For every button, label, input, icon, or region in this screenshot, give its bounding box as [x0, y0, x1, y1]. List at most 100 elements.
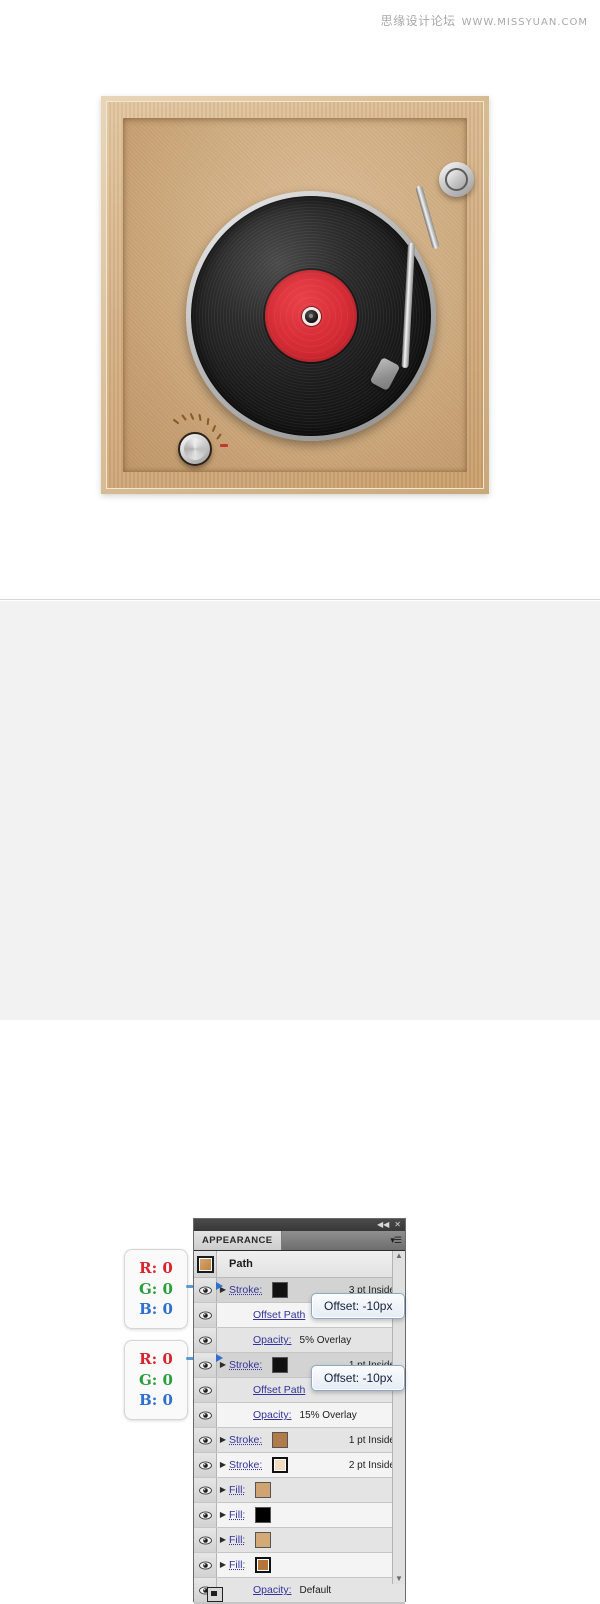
- appearance-row-label[interactable]: Opacity:: [253, 1334, 292, 1346]
- vinyl-spindle-hole: [304, 309, 318, 323]
- disclosure-triangle-icon[interactable]: ▶: [217, 1461, 229, 1469]
- turntable-illustration: [101, 96, 489, 494]
- appearance-row-label[interactable]: Fill:: [229, 1509, 245, 1521]
- panel-tab-filler: ▾☰: [281, 1231, 405, 1250]
- visibility-toggle[interactable]: [194, 1503, 217, 1527]
- visibility-toggle[interactable]: [194, 1478, 217, 1502]
- visibility-toggle[interactable]: [194, 1328, 217, 1352]
- visibility-eye-icon: [198, 1435, 212, 1445]
- appearance-row-label[interactable]: Fill:: [229, 1534, 245, 1546]
- disclosure-triangle-icon[interactable]: ▶: [217, 1511, 229, 1519]
- knob-tick-red-icon: [220, 444, 228, 447]
- appearance-row-extra: 5% Overlay: [299, 1334, 352, 1346]
- disclosure-triangle-icon[interactable]: ▶: [217, 1536, 229, 1544]
- appearance-row-label[interactable]: Stroke:: [229, 1359, 262, 1371]
- color-swatch[interactable]: [255, 1532, 272, 1548]
- close-icon[interactable]: ✕: [394, 1221, 401, 1229]
- color-swatch[interactable]: [272, 1282, 289, 1298]
- appearance-row-value: 2 pt Inside: [348, 1459, 395, 1471]
- rgb-r-value: R: 0: [139, 1349, 173, 1368]
- appearance-row[interactable]: ▶ Fill:: [194, 1503, 405, 1528]
- appearance-row[interactable]: Opacity: 15% Overlay: [194, 1403, 405, 1428]
- color-swatch[interactable]: [255, 1482, 272, 1498]
- visibility-toggle[interactable]: [194, 1553, 217, 1577]
- visibility-eye-icon: [198, 1560, 212, 1570]
- appearance-row[interactable]: Opacity: Default: [194, 1578, 405, 1603]
- visibility-toggle[interactable]: [194, 1278, 217, 1302]
- tab-appearance[interactable]: APPEARANCE: [194, 1231, 282, 1250]
- color-swatch[interactable]: [272, 1432, 289, 1448]
- visibility-eye-icon: [198, 1285, 212, 1295]
- watermark-cn: 思缘设计论坛: [380, 14, 456, 28]
- target-thumbnail-cell: [194, 1251, 217, 1277]
- watermark: 思缘设计论坛 WWW.MISSYUAN.COM: [381, 12, 588, 29]
- add-new-stroke-button[interactable]: [206, 1587, 223, 1602]
- appearance-rows: ▶ Stroke: 3 pt Inside Offset Path Opacity: 5%…: [194, 1278, 405, 1603]
- page-title: Path: [229, 1258, 253, 1270]
- visibility-toggle[interactable]: [194, 1303, 217, 1327]
- tonearm-pivot-icon: [439, 162, 474, 197]
- vinyl-record: [186, 191, 436, 441]
- visibility-toggle[interactable]: [194, 1353, 217, 1377]
- frame-inner-surface: [123, 118, 474, 472]
- visibility-eye-icon: [198, 1510, 212, 1520]
- appearance-panel: ◀◀ ✕ APPEARANCE ▾☰ Path ▶ Stroke: 3 pt Ins…: [193, 1218, 406, 1604]
- callout-arrow-icon: [216, 1354, 223, 1362]
- scroll-up-icon[interactable]: ▲: [395, 1251, 403, 1261]
- visibility-toggle[interactable]: [194, 1403, 217, 1427]
- visibility-eye-icon: [198, 1360, 212, 1370]
- appearance-row[interactable]: ▶ Fill:: [194, 1478, 405, 1503]
- color-swatch[interactable]: [255, 1507, 272, 1523]
- appearance-panel-area: R: 0 G: 0 B: 0 R: 0 G: 0 B: 0 ◀◀ ✕ APPEA…: [0, 601, 600, 1604]
- knob-tick-icon: [172, 418, 180, 425]
- disclosure-triangle-icon[interactable]: ▶: [217, 1486, 229, 1494]
- offset-tooltip: Offset: -10px: [311, 1293, 406, 1319]
- visibility-eye-icon: [198, 1535, 212, 1545]
- rgb-b-value: B: 0: [139, 1391, 173, 1410]
- appearance-row[interactable]: ▶ Fill:: [194, 1528, 405, 1553]
- disclosure-triangle-icon[interactable]: ▶: [217, 1361, 229, 1369]
- color-swatch[interactable]: [255, 1557, 272, 1573]
- scroll-down-icon[interactable]: ▼: [395, 1574, 403, 1584]
- appearance-row-label[interactable]: Stroke:: [229, 1434, 262, 1446]
- visibility-toggle[interactable]: [194, 1428, 217, 1452]
- appearance-row-label[interactable]: Opacity:: [253, 1584, 292, 1596]
- watermark-en: WWW.MISSYUAN.COM: [461, 17, 588, 28]
- visibility-eye-icon: [198, 1385, 212, 1395]
- rgb-callout-box: R: 0 G: 0 B: 0: [124, 1249, 188, 1329]
- rgb-b-value: B: 0: [139, 1300, 173, 1319]
- appearance-row-label[interactable]: Stroke:: [229, 1284, 262, 1296]
- appearance-row-extra: 15% Overlay: [299, 1409, 357, 1421]
- collapse-icon[interactable]: ◀◀: [377, 1221, 389, 1229]
- visibility-toggle[interactable]: [194, 1528, 217, 1552]
- color-swatch[interactable]: [272, 1457, 289, 1473]
- appearance-row-label[interactable]: Offset Path: [253, 1384, 305, 1396]
- color-swatch[interactable]: [272, 1357, 289, 1373]
- appearance-row-label[interactable]: Fill:: [229, 1484, 245, 1496]
- visibility-toggle[interactable]: [194, 1378, 217, 1402]
- visibility-eye-icon: [198, 1485, 212, 1495]
- appearance-row-label[interactable]: Stroke:: [229, 1459, 262, 1471]
- disclosure-triangle-icon[interactable]: ▶: [217, 1561, 229, 1569]
- rgb-callout-box: R: 0 G: 0 B: 0: [124, 1340, 188, 1420]
- appearance-row[interactable]: ▶ Stroke: 2 pt Inside: [194, 1453, 405, 1478]
- appearance-row-label[interactable]: Offset Path: [253, 1309, 305, 1321]
- disclosure-triangle-icon[interactable]: ▶: [217, 1436, 229, 1444]
- path-thumbnail-icon: [196, 1255, 214, 1273]
- appearance-row-extra: Default: [299, 1584, 332, 1596]
- appearance-row[interactable]: Opacity: 5% Overlay: [194, 1328, 405, 1353]
- appearance-row[interactable]: ▶Stroke: 1 pt Inside: [194, 1428, 405, 1453]
- visibility-toggle[interactable]: [194, 1453, 217, 1477]
- visibility-eye-icon: [198, 1460, 212, 1470]
- visibility-eye-icon: [198, 1410, 212, 1420]
- visibility-eye-icon: [198, 1310, 212, 1320]
- appearance-target-row[interactable]: Path: [194, 1251, 405, 1278]
- appearance-row-label[interactable]: Fill:: [229, 1559, 245, 1571]
- rgb-g-value: G: 0: [138, 1370, 173, 1389]
- panel-tab-strip: APPEARANCE ▾☰: [194, 1231, 405, 1251]
- appearance-row[interactable]: ▶ Fill:: [194, 1553, 405, 1578]
- panel-menu-icon[interactable]: ▾☰: [390, 1235, 402, 1246]
- appearance-row-label[interactable]: Opacity:: [253, 1409, 292, 1421]
- artwork-canvas: 思缘设计论坛 WWW.MISSYUAN.COM: [0, 0, 600, 600]
- panel-titlebar: ◀◀ ✕: [194, 1219, 405, 1231]
